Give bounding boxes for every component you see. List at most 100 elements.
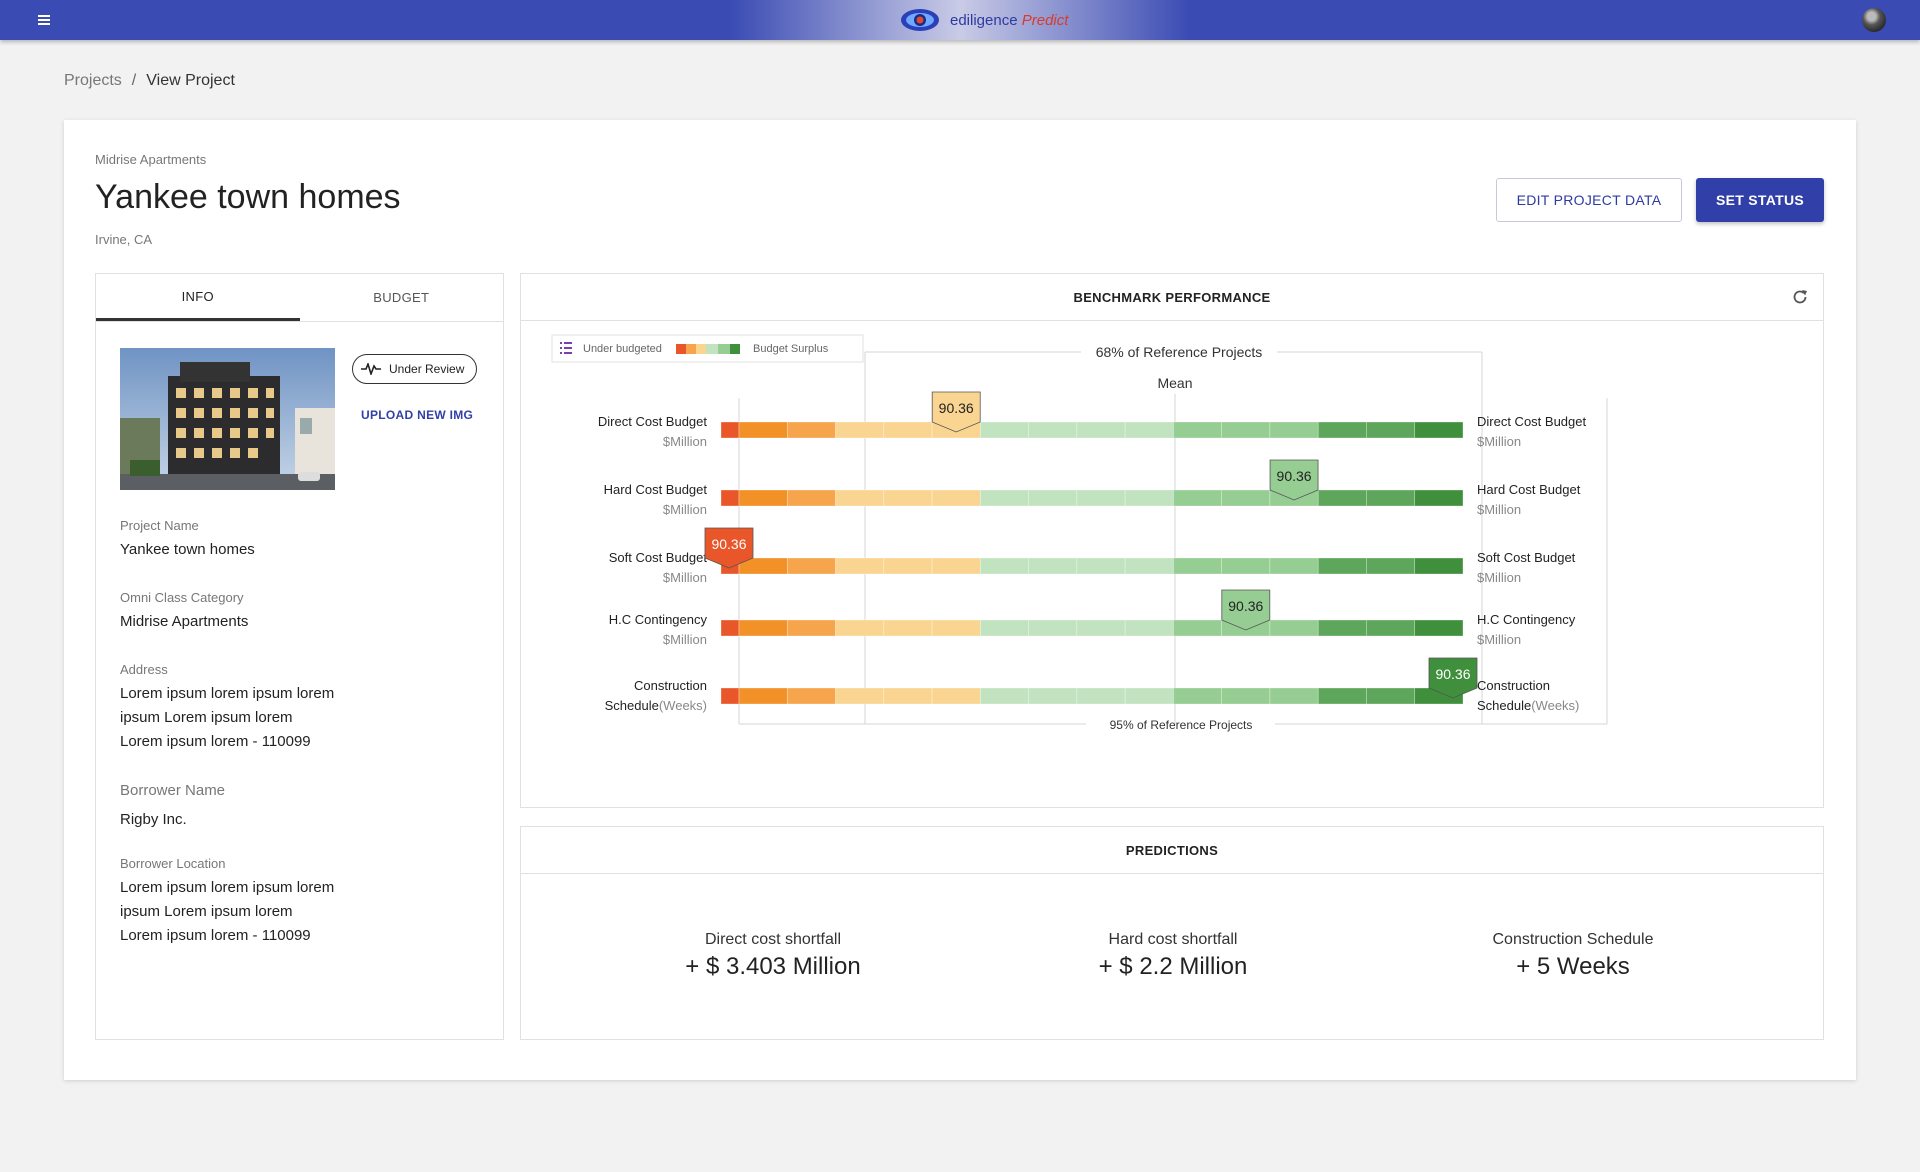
tab-budget[interactable]: BUDGET	[300, 274, 504, 321]
row-label-right: Schedule(Weeks)	[1477, 698, 1579, 713]
top-app-bar: ediligence Predict	[0, 0, 1920, 40]
bar-segment	[720, 489, 740, 507]
band-68-label: 68% of Reference Projects	[1096, 344, 1263, 360]
field-value-borrower-location: Lorem ipsum lorem ipsum lorem ipsum Lore…	[120, 879, 335, 944]
page-title: Yankee town homes	[95, 178, 401, 216]
predictions-panel: PREDICTIONS Direct cost shortfall + $ 3.…	[520, 826, 1824, 1040]
prediction-label: Hard cost shortfall	[1108, 931, 1238, 948]
refresh-icon[interactable]	[1791, 288, 1809, 306]
row-unit-right: $Million	[1477, 632, 1521, 647]
value-marker-label: 90.36	[711, 536, 746, 552]
row-unit-left: $Million	[663, 502, 707, 517]
row-label-right: Hard Cost Budget	[1477, 482, 1581, 497]
bar-segment	[883, 421, 933, 439]
eye-logo-icon	[900, 7, 940, 33]
benchmark-title: BENCHMARK PERFORMANCE	[521, 274, 1823, 321]
bar-segment	[1269, 619, 1319, 637]
bar-segment	[883, 557, 933, 575]
bar-segment	[786, 557, 836, 575]
bar-segment	[1317, 489, 1367, 507]
info-panel: INFO BUDGET Under Review UPLOAD NEW IMG …	[95, 273, 504, 1040]
field-value-omni-class: Midrise Apartments	[120, 613, 249, 630]
edit-project-data-button[interactable]: EDIT PROJECT DATA	[1496, 178, 1682, 222]
prediction-value: + $ 3.403 Million	[685, 953, 861, 980]
benchmark-rows: Direct Cost Budget $Million Direct Cost Bu…	[598, 391, 1586, 713]
band-95-label: 95% of Reference Projects	[1110, 718, 1253, 732]
bar-segment	[1317, 557, 1367, 575]
bar-segment	[1366, 619, 1416, 637]
row-unit-left: $Million	[663, 632, 707, 647]
prediction-label: Direct cost shortfall	[704, 931, 842, 948]
benchmark-row: H.C Contingency $Million H.C Contingency $M…	[609, 589, 1576, 647]
breadcrumb-projects[interactable]: Projects	[64, 72, 122, 90]
value-marker-label: 90.36	[1277, 468, 1312, 484]
bar-segment	[1173, 489, 1222, 507]
bar-segment	[980, 421, 1029, 439]
brand-logo[interactable]: ediligence Predict	[900, 6, 1068, 34]
bar-segment	[1076, 421, 1126, 439]
project-image	[120, 348, 335, 490]
bar-segment	[1076, 557, 1126, 575]
hamburger-icon[interactable]	[34, 10, 54, 30]
benchmark-row: Direct Cost Budget $Million Direct Cost Bu…	[598, 391, 1586, 449]
breadcrumb: Projects / View Project	[64, 72, 235, 90]
bar-segment	[1366, 557, 1416, 575]
prediction-hard-cost: Hard cost shortfall + $ 2.2 Million	[1023, 931, 1323, 981]
breadcrumb-separator: /	[131, 72, 137, 89]
bar-segment	[835, 619, 885, 637]
bar-segment	[1317, 421, 1367, 439]
set-status-button[interactable]: SET STATUS	[1696, 178, 1824, 222]
row-unit-right: $Million	[1477, 570, 1521, 585]
bar-segment	[1414, 489, 1464, 507]
project-card: Midrise Apartments Yankee town homes Irv…	[64, 120, 1856, 1080]
bar-segment	[1317, 619, 1367, 637]
benchmark-row: Soft Cost Budget $Million Soft Cost Budget…	[609, 527, 1576, 585]
bar-segment	[931, 619, 981, 637]
value-marker-label: 90.36	[1228, 598, 1263, 614]
bar-segment	[931, 557, 981, 575]
row-unit-left: $Million	[663, 434, 707, 449]
bar-segment	[720, 421, 740, 439]
value-marker-label: 90.36	[1435, 666, 1470, 682]
bar-segment	[1221, 489, 1271, 507]
bar-segment	[738, 687, 788, 705]
bar-segment	[1414, 421, 1464, 439]
benchmark-row: Construction Schedule(Weeks) Construction S…	[605, 657, 1579, 713]
bar-segment	[1414, 619, 1464, 637]
bar-segment	[1124, 557, 1174, 575]
row-label-right: Direct Cost Budget	[1477, 414, 1586, 429]
bar-segment	[931, 687, 981, 705]
bar-segment	[1076, 619, 1126, 637]
mean-label: Mean	[1157, 375, 1192, 391]
benchmark-row: Hard Cost Budget $Million Hard Cost Budget…	[604, 459, 1581, 517]
row-label-left: Soft Cost Budget	[609, 550, 708, 565]
prediction-value: + 5 Weeks	[1516, 953, 1630, 980]
tab-info[interactable]: INFO	[96, 274, 300, 321]
row-label-left: Hard Cost Budget	[604, 482, 708, 497]
bar-segment	[1028, 619, 1078, 637]
row-label-left: Construction	[634, 678, 707, 693]
legend-under-budgeted: Under budgeted	[583, 343, 662, 355]
user-avatar[interactable]	[1862, 8, 1886, 32]
upload-new-image-link[interactable]: UPLOAD NEW IMG	[361, 408, 473, 422]
bar-segment	[1076, 489, 1126, 507]
prediction-construction-schedule: Construction Schedule + 5 Weeks	[1423, 931, 1723, 981]
bar-segment	[1173, 687, 1222, 705]
bar-segment	[835, 421, 885, 439]
field-label-borrower-name: Borrower Name	[120, 782, 226, 799]
info-tabs: INFO BUDGET	[96, 274, 503, 322]
legend-list-icon[interactable]	[560, 342, 572, 354]
bar-segment	[1269, 557, 1319, 575]
field-value-project-name: Yankee town homes	[120, 541, 255, 558]
bar-segment	[786, 489, 836, 507]
bar-segment	[931, 489, 981, 507]
field-label-project-name: Project Name	[120, 518, 199, 533]
field-label-address: Address	[120, 662, 168, 677]
status-chip[interactable]: Under Review	[352, 354, 478, 384]
bar-segment	[1414, 557, 1464, 575]
prediction-direct-cost: Direct cost shortfall + $ 3.403 Million	[623, 931, 923, 981]
bar-segment	[1124, 489, 1174, 507]
row-label-right: Soft Cost Budget	[1477, 550, 1576, 565]
bar-segment	[980, 557, 1029, 575]
benchmark-chart: Under budgeted Budget Surplus 68% of Ref…	[551, 334, 1608, 732]
